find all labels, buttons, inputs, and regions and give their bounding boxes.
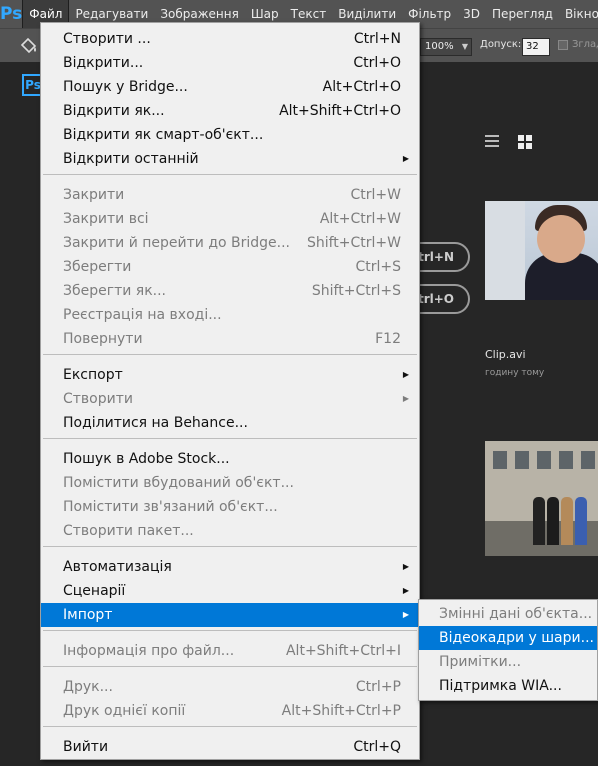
chevron-down-icon[interactable]: ▼ [462, 39, 468, 55]
submenu-item-video-frames-to-layers[interactable]: Відеокадри у шари... [419, 626, 597, 650]
menu-separator [43, 630, 417, 631]
recent-file-time: годину тому [485, 368, 545, 378]
submenu-item-wia-support[interactable]: Підтримка WIA... [419, 674, 597, 698]
menu-item-place-linked[interactable]: Помістити зв'язаний об'єкт... [41, 495, 419, 519]
menu-item-close-go-bridge[interactable]: Закрити й перейти до Bridge... Shift+Ctrl… [41, 231, 419, 255]
menu-separator [43, 546, 417, 547]
menu-separator [43, 666, 417, 667]
tolerance-label: Допуск: [480, 39, 522, 50]
list-view-icon[interactable] [485, 135, 499, 147]
menu-item-package[interactable]: Створити пакет... [41, 519, 419, 543]
file-menu-dropdown: Створити ... Ctrl+N Відкрити... Ctrl+O Пош… [40, 22, 420, 760]
submenu-arrow-icon: ▶ [402, 610, 409, 619]
opacity-value: 100% [425, 41, 454, 52]
menu-item-automate[interactable]: Автоматизація ▶ [41, 555, 419, 579]
menu-item-browse-bridge[interactable]: Пошук у Bridge... Alt+Ctrl+O [41, 75, 419, 99]
menu-item-print-one-copy[interactable]: Друк однієї копії Alt+Shift+Ctrl+P [41, 699, 419, 723]
submenu-arrow-icon: ▶ [402, 394, 409, 403]
checkbox-icon[interactable] [558, 39, 568, 50]
menu-item-scripts[interactable]: Сценарії ▶ [41, 579, 419, 603]
menu-item-file-info[interactable]: Інформація про файл... Alt+Shift+Ctrl+I [41, 639, 419, 663]
menu-item-close[interactable]: Закрити Ctrl+W [41, 183, 419, 207]
antialias-label: Зглад [572, 39, 598, 50]
recent-file-thumbnail[interactable] [485, 201, 598, 300]
menu-item-revert[interactable]: Повернути F12 [41, 327, 419, 351]
menu-separator [43, 726, 417, 727]
submenu-item-variable-data[interactable]: Змінні дані об'єкта... [419, 602, 597, 626]
submenu-arrow-icon: ▶ [402, 154, 409, 163]
menu-item-save[interactable]: Зберегти Ctrl+S [41, 255, 419, 279]
menu-item-search-adobe-stock[interactable]: Пошук в Adobe Stock... [41, 447, 419, 471]
submenu-arrow-icon: ▶ [402, 586, 409, 595]
menu-item-share-behance[interactable]: Поділитися на Behance... [41, 411, 419, 435]
menu-item-import[interactable]: Імпорт ▶ [41, 603, 419, 627]
menu-item-open-recent[interactable]: Відкрити останній ▶ [41, 147, 419, 171]
menu-item-new[interactable]: Створити ... Ctrl+N [41, 27, 419, 51]
menu-item-generate[interactable]: Створити ▶ [41, 387, 419, 411]
menu-item-check-in[interactable]: Реєстрація на вході... [41, 303, 419, 327]
menu-item-open-smart-object[interactable]: Відкрити як смарт-об'єкт... [41, 123, 419, 147]
paint-bucket-icon[interactable] [18, 35, 40, 57]
tolerance-input[interactable]: 32 [522, 38, 550, 56]
menu-item-close-all[interactable]: Закрити всі Alt+Ctrl+W [41, 207, 419, 231]
menu-window[interactable]: Вікно [559, 0, 598, 28]
menu-separator [43, 174, 417, 175]
menu-view[interactable]: Перегляд [486, 0, 559, 28]
submenu-arrow-icon: ▶ [402, 562, 409, 571]
menu-item-save-as[interactable]: Зберегти як... Shift+Ctrl+S [41, 279, 419, 303]
photoshop-logo: Ps [0, 4, 23, 24]
menu-separator [43, 354, 417, 355]
recent-file-name[interactable]: Clip.avi [485, 348, 526, 361]
antialias-checkbox[interactable]: Зглад [558, 39, 598, 50]
menu-separator [43, 438, 417, 439]
submenu-item-notes[interactable]: Примітки... [419, 650, 597, 674]
menu-item-export[interactable]: Експорт ▶ [41, 363, 419, 387]
grid-view-icon[interactable] [518, 135, 532, 149]
menu-item-exit[interactable]: Вийти Ctrl+Q [41, 735, 419, 759]
menu-3d[interactable]: 3D [457, 0, 486, 28]
recent-file-thumbnail[interactable] [485, 441, 598, 556]
menu-item-place-embedded[interactable]: Помістити вбудований об'єкт... [41, 471, 419, 495]
menu-item-print[interactable]: Друк... Ctrl+P [41, 675, 419, 699]
menu-item-open[interactable]: Відкрити... Ctrl+O [41, 51, 419, 75]
opacity-field[interactable]: 100% ▼ [420, 38, 472, 56]
submenu-arrow-icon: ▶ [402, 370, 409, 379]
menu-item-open-as[interactable]: Відкрити як... Alt+Shift+Ctrl+O [41, 99, 419, 123]
import-submenu: Змінні дані об'єкта... Відеокадри у шари… [418, 599, 598, 701]
